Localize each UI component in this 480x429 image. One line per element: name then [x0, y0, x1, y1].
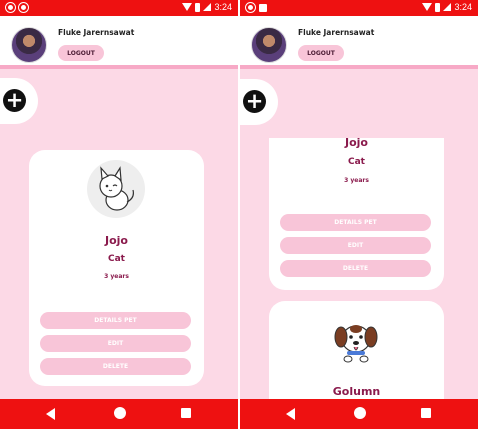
pet-type: Cat [348, 157, 365, 167]
details-pet-button[interactable]: DETAILS PET [40, 312, 191, 329]
battery-icon [435, 2, 441, 12]
pet-age: 3 years [104, 273, 129, 280]
delete-button[interactable]: DELETE [40, 358, 191, 375]
delete-button[interactable]: DELETE [280, 260, 431, 277]
plus-icon: + [243, 90, 266, 113]
add-pet-button[interactable]: + [0, 78, 38, 124]
back-icon[interactable] [286, 408, 295, 420]
profile-header: Fluke Jarernsawat LOGOUT [0, 16, 238, 69]
wifi-icon [422, 3, 433, 11]
recent-apps-icon[interactable] [421, 408, 431, 418]
status-time: 3:24 [214, 2, 232, 12]
navigation-bar [240, 399, 478, 429]
signal-icon [443, 3, 452, 11]
username: Fluke Jarernsawat [58, 28, 135, 37]
avatar[interactable] [11, 27, 47, 63]
recent-apps-icon[interactable] [181, 408, 191, 418]
status-bar: 3:24 [0, 0, 238, 16]
status-time: 3:24 [454, 2, 472, 12]
pet-card: Jojo Cat 3 years DETAILS PET EDIT DELETE [269, 136, 444, 290]
plus-icon: + [3, 89, 26, 112]
edit-button[interactable]: EDIT [40, 335, 191, 352]
pet-card: Jojo Cat 3 years DETAILS PET EDIT DELETE [29, 150, 204, 386]
battery-icon [195, 2, 201, 12]
details-pet-button[interactable]: DETAILS PET [280, 214, 431, 231]
cat-illustration-icon [99, 166, 134, 211]
status-bar: 3:24 [240, 0, 478, 16]
notification-icon [246, 3, 255, 12]
wifi-icon [182, 3, 193, 11]
home-icon[interactable] [354, 407, 366, 419]
pet-name: Jojo [105, 234, 128, 247]
pet-type: Cat [108, 254, 125, 264]
logout-button[interactable]: LOGOUT [298, 45, 344, 61]
notification-icon [19, 3, 28, 12]
profile-header: Fluke Jarernsawat LOGOUT [240, 16, 478, 69]
home-icon[interactable] [114, 407, 126, 419]
add-pet-button[interactable]: + [240, 79, 278, 125]
pet-name: Jojo [345, 136, 368, 149]
back-icon[interactable] [46, 408, 55, 420]
screenshot-stage: 3:24 Fluke Jarernsawat LOGOUT + Jojo Cat… [0, 0, 480, 429]
avatar[interactable] [251, 27, 287, 63]
pet-name: Golumn [332, 385, 381, 398]
dog-image [331, 317, 381, 363]
edit-button[interactable]: EDIT [280, 237, 431, 254]
phone-screen-right: 3:24 Fluke Jarernsawat LOGOUT Jojo Cat 3… [240, 0, 478, 429]
username: Fluke Jarernsawat [298, 28, 375, 37]
dog-illustration-icon [334, 325, 378, 363]
notification-icon [259, 4, 267, 12]
logout-button[interactable]: LOGOUT [58, 45, 104, 61]
pet-age: 3 years [344, 177, 369, 184]
navigation-bar [0, 399, 238, 429]
cat-image [87, 160, 145, 218]
notification-icon [6, 3, 15, 12]
phone-screen-left: 3:24 Fluke Jarernsawat LOGOUT + Jojo Cat… [0, 0, 238, 429]
signal-icon [203, 3, 212, 11]
